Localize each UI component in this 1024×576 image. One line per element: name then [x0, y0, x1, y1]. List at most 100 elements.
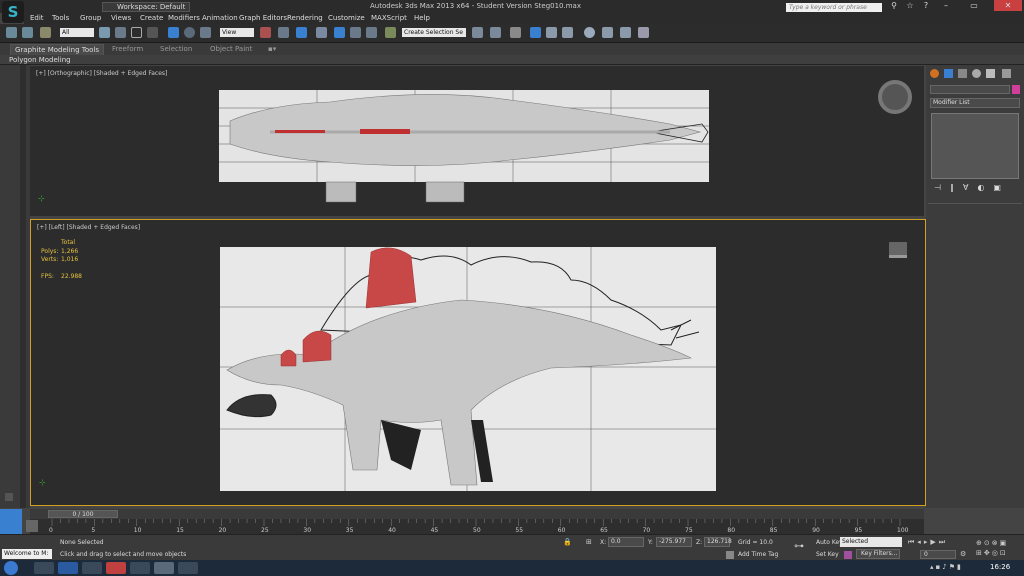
edit-named-selection-icon[interactable] [385, 27, 396, 38]
material-editor-icon[interactable] [584, 27, 595, 38]
chrome-taskbar-icon[interactable] [106, 562, 126, 574]
menu-animation[interactable]: Animation [202, 14, 238, 22]
absolute-mode-icon[interactable]: ⊞ [586, 538, 596, 547]
tab-freeform[interactable]: Freeform [112, 45, 143, 53]
menu-views[interactable]: Views [111, 14, 131, 22]
lock-icon[interactable]: 🔒 [563, 538, 573, 547]
reference-coordinate-dropdown[interactable]: View [220, 28, 254, 37]
menu-customize[interactable]: Customize [328, 14, 365, 22]
viewport-orthographic[interactable]: [+] [Orthographic] [Shaded + Edged Faces… [30, 66, 924, 216]
rendered-frame-icon[interactable] [620, 27, 631, 38]
menu-group[interactable]: Group [80, 14, 101, 22]
menu-create[interactable]: Create [140, 14, 163, 22]
tab-object-paint[interactable]: Object Paint [210, 45, 252, 53]
workspace-dropdown[interactable]: Workspace: Default [102, 2, 190, 12]
graphite-ribbon-icon[interactable] [530, 27, 541, 38]
link-icon[interactable] [6, 27, 17, 38]
pivot-center-icon[interactable] [260, 27, 271, 38]
viewport-navigation-controls[interactable]: ⊕⊙⊗▣ ⊞✥◎⊡ [976, 538, 1022, 560]
time-config-icon[interactable]: ⚙ [960, 550, 970, 559]
percent-snap-icon[interactable] [350, 27, 361, 38]
render-setup-icon[interactable] [602, 27, 613, 38]
minimize-icon[interactable]: – [936, 0, 956, 11]
named-selection-dropdown[interactable]: Create Selection Se [402, 28, 466, 37]
spinner-snap-icon[interactable] [366, 27, 377, 38]
schematic-view-icon[interactable] [562, 27, 573, 38]
menu-maxscript[interactable]: MAXScript [371, 14, 407, 22]
viewport-left[interactable]: [+] [Left] [Shaded + Edged Faces] Total … [30, 219, 926, 506]
motion-tab-icon[interactable] [972, 69, 981, 78]
system-tray-icons[interactable]: ▴▪♪⚑▮ [930, 563, 986, 573]
x-coordinate-field[interactable]: 0.0 [608, 537, 644, 547]
app2-taskbar-icon[interactable] [130, 562, 150, 574]
viewport-scroll-icon[interactable] [5, 493, 13, 501]
curve-editor-icon[interactable] [546, 27, 557, 38]
menu-rendering[interactable]: Rendering [287, 14, 323, 22]
start-button-icon[interactable] [4, 561, 18, 575]
menu-graph-editors[interactable]: Graph Editors [239, 14, 287, 22]
render-production-icon[interactable] [638, 27, 649, 38]
bind-spacewarp-icon[interactable] [40, 27, 51, 38]
mirror-icon[interactable] [472, 27, 483, 38]
track-bar[interactable]: 0 5 10 15 20 25 30 35 40 45 50 55 60 65 70 75 80 85 90 95 10… [30, 519, 924, 534]
scale-icon[interactable] [200, 27, 211, 38]
playback-controls[interactable]: ⏮◂▸▶⏭ [908, 538, 968, 548]
3dsmax-taskbar-icon[interactable] [154, 562, 174, 574]
viewport-splitter[interactable] [20, 65, 26, 508]
unlink-icon[interactable] [22, 27, 33, 38]
display-tab-icon[interactable] [986, 69, 995, 78]
layer-manager-icon[interactable] [510, 27, 521, 38]
tab-selection[interactable]: Selection [160, 45, 192, 53]
set-key-icon[interactable]: ⊶ [794, 541, 804, 552]
modifier-list-dropdown[interactable]: Modifier List [930, 98, 1020, 108]
selection-filter-dropdown[interactable]: All [60, 28, 94, 37]
select-object-icon[interactable] [99, 27, 110, 38]
current-frame-field[interactable]: 0 [920, 550, 956, 559]
key-filter-icon[interactable] [844, 551, 852, 559]
create-tab-icon[interactable] [930, 69, 939, 78]
y-coordinate-field[interactable]: -275.977 [656, 537, 692, 547]
media-taskbar-icon[interactable] [58, 562, 78, 574]
maximize-icon[interactable]: ▭ [964, 0, 984, 11]
search-input[interactable]: Type a keyword or phrase [786, 3, 882, 12]
polygon-modeling-panel[interactable]: Polygon Modeling [9, 56, 71, 64]
add-time-tag-button[interactable]: Add Time Tag [738, 551, 778, 558]
help-icon[interactable]: ? [916, 0, 936, 11]
menu-modifiers[interactable]: Modifiers [168, 14, 200, 22]
rectangle-selection-icon[interactable] [131, 27, 142, 38]
mini-curve-editor-icon[interactable] [0, 509, 22, 534]
stack-controls[interactable]: ⊣‖∀◐▣ [934, 183, 1020, 193]
select-manipulate-icon[interactable] [278, 27, 289, 38]
app-logo-icon[interactable]: S [2, 1, 24, 23]
align-icon[interactable] [490, 27, 501, 38]
object-name-field[interactable] [930, 85, 1010, 94]
object-color-swatch[interactable] [1012, 85, 1020, 94]
ribbon-options-icon[interactable]: ▪▾ [268, 45, 276, 53]
rotate-icon[interactable] [184, 27, 195, 38]
set-key-button[interactable]: Set Key [816, 551, 839, 558]
keyboard-shortcut-icon[interactable] [296, 27, 307, 38]
viewcube-icon[interactable] [889, 242, 907, 258]
z-coordinate-field[interactable]: 126.718 [704, 537, 732, 547]
menu-help[interactable]: Help [414, 14, 430, 22]
time-slider[interactable]: 0 / 100 [48, 510, 118, 518]
menu-edit[interactable]: Edit [30, 14, 44, 22]
angle-snap-icon[interactable] [334, 27, 345, 38]
trackbar-toggle-icon[interactable] [26, 520, 38, 532]
time-tag-icon[interactable] [726, 551, 734, 559]
modifier-stack[interactable] [931, 113, 1019, 179]
app3-taskbar-icon[interactable] [178, 562, 198, 574]
select-by-name-icon[interactable] [115, 27, 126, 38]
key-filters-button[interactable]: Key Filters... [856, 549, 900, 559]
explorer-taskbar-icon[interactable] [34, 562, 54, 574]
modify-tab-icon[interactable] [944, 69, 953, 78]
window-crossing-icon[interactable] [147, 27, 158, 38]
utilities-tab-icon[interactable] [1002, 69, 1011, 78]
hierarchy-tab-icon[interactable] [958, 69, 967, 78]
close-icon[interactable]: ✕ [994, 0, 1022, 11]
move-icon[interactable] [168, 27, 179, 38]
app-taskbar-icon[interactable] [82, 562, 102, 574]
menu-tools[interactable]: Tools [52, 14, 69, 22]
viewcube-compass-icon[interactable] [878, 80, 912, 114]
maxscript-listener[interactable]: Welcome to M: [2, 549, 52, 559]
